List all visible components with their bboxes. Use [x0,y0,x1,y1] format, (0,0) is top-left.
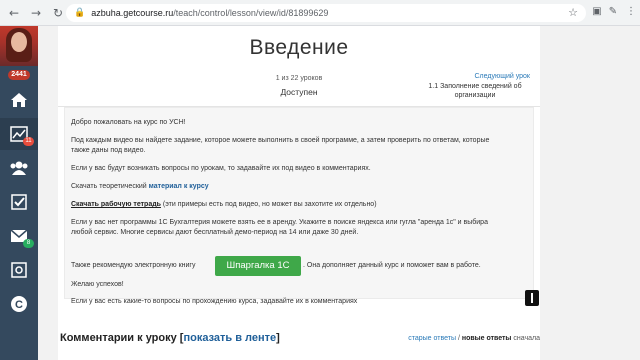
forward-button[interactable]: → [28,5,44,21]
show-in-feed-link[interactable]: показать в ленте [183,332,276,344]
lock-icon: 🔒 [74,8,86,18]
comments-sort: старые ответы / новые ответы сначала [408,335,540,342]
url-text: azbuha.getcourse.ru/teach/control/lesson… [91,8,328,18]
ebook-text-after: . Она дополняет данный курс и поможет ва… [303,262,481,269]
sort-old-first-link[interactable]: старые ответы [408,335,456,342]
bookmark-star-icon[interactable]: ☆ [568,6,578,19]
address-bar[interactable]: 🔒 azbuha.getcourse.ru/teach/control/less… [66,4,586,22]
sort-suffix: сначала [511,335,540,342]
menu-icon[interactable]: ⋮ [624,5,638,19]
welcome-text: Добро пожаловать на курс по УСН! [71,119,186,126]
sidebar-item-safe[interactable] [0,254,38,286]
workbook-note: (эти примеры есть под видео, но может вы… [160,201,377,208]
lesson-description: Добро пожаловать на курс по УСН! Под каж… [64,107,539,306]
comments-title-text: Комментарии к уроку [60,332,180,344]
extension-icon[interactable]: ▣ [590,5,604,19]
lesson-status: Доступен [280,87,318,97]
theory-material-link[interactable]: материал к курсу [149,183,209,190]
svg-text:C: C [15,299,23,311]
safe-icon [11,262,27,278]
lesson-page: Введение 1 из 22 уроков Доступен Следующ… [58,26,540,360]
sidebar-item-stats[interactable]: 11 [0,118,38,150]
sidebar-item-chat[interactable]: C [0,288,38,320]
comments-heading: Комментарии к уроку [показать в ленте] [60,332,280,344]
cheatsheet-button[interactable]: Шпаргалка 1С [215,256,301,276]
users-icon [10,161,28,175]
next-lesson-title[interactable]: 1.1 Заполнение сведений об организации [420,82,530,100]
extension-pen-icon[interactable]: ✎ [606,5,620,19]
text-cursor-icon [525,290,539,306]
stats-badge: 11 [23,137,34,146]
url-path: /teach/control/lesson/view/id/81899629 [173,8,329,18]
avatar-face [11,32,27,52]
download-theory-text: Скачать теоретический [71,183,149,190]
good-luck-text: Желаю успехов! [71,281,124,288]
questions-text: Если у вас будут возникать вопросы по ур… [71,165,371,172]
home-icon [11,93,27,107]
download-theory-line: Скачать теоретический материал к курсу [71,182,209,192]
comments-hint-text: Если у вас есть какие-то вопросы по прох… [71,298,358,305]
sidebar: 2441 11 8 C [0,26,38,360]
sidebar-item-tasks[interactable] [0,186,38,218]
avatar-badge: 2441 [8,70,30,80]
avatar[interactable] [0,26,38,66]
ebook-text-before: Также рекомендую электронную книгу [71,262,196,269]
sidebar-item-users[interactable] [0,152,38,184]
chat-icon: C [11,296,27,312]
rent-text-line2: любой сервис. Многие сервисы дают беспла… [71,229,359,236]
browser-toolbar: ← → ↻ 🔒 azbuha.getcourse.ru/teach/contro… [0,0,640,26]
rent-text-line1: Если у вас нет программы 1С Бухгалтерия … [71,219,488,226]
checkbox-icon [11,194,27,210]
tasks-text-line1: Под каждым видео вы найдете задание, кот… [71,137,490,144]
back-button[interactable]: ← [6,5,22,21]
bracket-close: ] [276,332,280,344]
mail-badge: 8 [23,239,34,248]
lesson-counter: 1 из 22 уроков [275,75,323,82]
reload-button[interactable]: ↻ [50,5,66,21]
sidebar-item-mail[interactable]: 8 [0,220,38,252]
sidebar-item-home[interactable] [0,84,38,116]
sort-new-first[interactable]: новые ответы [462,335,512,342]
tasks-text-line2: также даны под видео. [71,147,146,154]
next-lesson-link[interactable]: Следующий урок [474,73,530,80]
download-workbook-line: Скачать рабочую тетрадь (эти примеры ест… [71,200,377,210]
page-title: Введение [249,36,349,59]
workbook-link[interactable]: Скачать рабочую тетрадь [71,201,161,208]
url-domain: azbuha.getcourse.ru [91,8,174,18]
